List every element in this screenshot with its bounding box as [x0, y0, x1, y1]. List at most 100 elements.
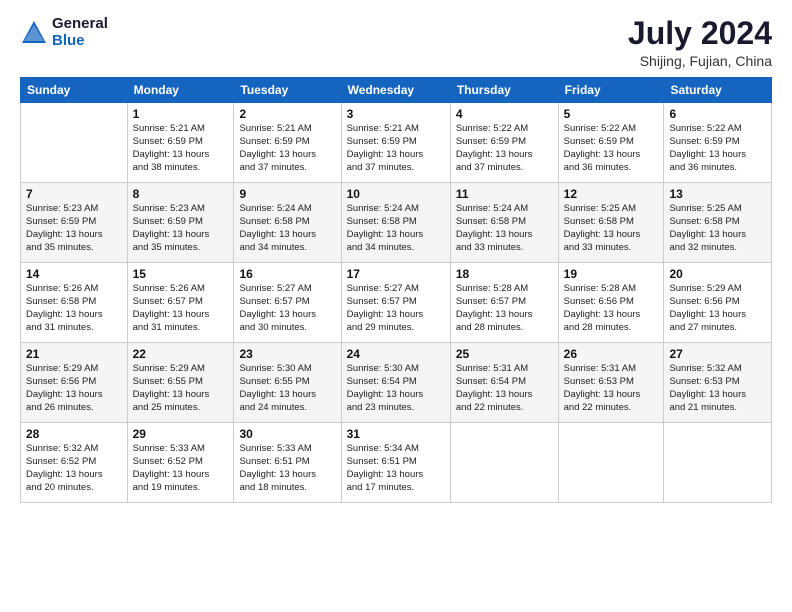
- day-info: Sunrise: 5:33 AM Sunset: 6:52 PM Dayligh…: [133, 443, 229, 494]
- day-info: Sunrise: 5:21 AM Sunset: 6:59 PM Dayligh…: [347, 123, 445, 174]
- day-cell: 4 Sunrise: 5:22 AM Sunset: 6:59 PM Daylig…: [450, 103, 558, 183]
- day-info: Sunrise: 5:21 AM Sunset: 6:59 PM Dayligh…: [239, 123, 335, 174]
- day-info: Sunrise: 5:31 AM Sunset: 6:54 PM Dayligh…: [456, 363, 553, 414]
- day-cell: 26 Sunrise: 5:31 AM Sunset: 6:53 PM Dayli…: [558, 343, 664, 423]
- day-info: Sunrise: 5:25 AM Sunset: 6:58 PM Dayligh…: [669, 203, 766, 254]
- day-cell: 14Sunrise: 5:26 AM Sunset: 6:58 PM Dayli…: [21, 263, 128, 343]
- subtitle: Shijing, Fujian, China: [628, 53, 772, 69]
- day-number: 19: [564, 267, 659, 281]
- day-info: Sunrise: 5:24 AM Sunset: 6:58 PM Dayligh…: [347, 203, 445, 254]
- day-cell: 23Sunrise: 5:30 AM Sunset: 6:55 PM Dayli…: [234, 343, 341, 423]
- day-cell: 1 Sunrise: 5:21 AM Sunset: 6:59 PM Daylig…: [127, 103, 234, 183]
- day-cell: 2 Sunrise: 5:21 AM Sunset: 6:59 PM Daylig…: [234, 103, 341, 183]
- day-number: 5: [564, 107, 659, 121]
- day-info: Sunrise: 5:28 AM Sunset: 6:57 PM Dayligh…: [456, 283, 553, 334]
- day-cell: 18 Sunrise: 5:28 AM Sunset: 6:57 PM Dayli…: [450, 263, 558, 343]
- day-cell: 13Sunrise: 5:25 AM Sunset: 6:58 PM Dayli…: [664, 183, 772, 263]
- day-number: 4: [456, 107, 553, 121]
- day-number: 21: [26, 347, 122, 361]
- day-number: 18: [456, 267, 553, 281]
- day-number: 22: [133, 347, 229, 361]
- day-number: 31: [347, 427, 445, 441]
- day-info: Sunrise: 5:32 AM Sunset: 6:52 PM Dayligh…: [26, 443, 122, 494]
- day-cell: [664, 423, 772, 503]
- day-info: Sunrise: 5:23 AM Sunset: 6:59 PM Dayligh…: [133, 203, 229, 254]
- day-cell: 20 Sunrise: 5:29 AM Sunset: 6:56 PM Dayli…: [664, 263, 772, 343]
- day-info: Sunrise: 5:29 AM Sunset: 6:56 PM Dayligh…: [669, 283, 766, 334]
- day-info: Sunrise: 5:28 AM Sunset: 6:56 PM Dayligh…: [564, 283, 659, 334]
- day-cell: 3 Sunrise: 5:21 AM Sunset: 6:59 PM Daylig…: [341, 103, 450, 183]
- day-number: 14: [26, 267, 122, 281]
- day-info: Sunrise: 5:22 AM Sunset: 6:59 PM Dayligh…: [564, 123, 659, 174]
- day-cell: 12Sunrise: 5:25 AM Sunset: 6:58 PM Dayli…: [558, 183, 664, 263]
- col-header-saturday: Saturday: [664, 78, 772, 103]
- day-number: 1: [133, 107, 229, 121]
- day-info: Sunrise: 5:32 AM Sunset: 6:53 PM Dayligh…: [669, 363, 766, 414]
- day-info: Sunrise: 5:29 AM Sunset: 6:56 PM Dayligh…: [26, 363, 122, 414]
- day-cell: 6 Sunrise: 5:22 AM Sunset: 6:59 PM Daylig…: [664, 103, 772, 183]
- day-cell: [450, 423, 558, 503]
- logo-general-text: General: [52, 16, 108, 33]
- day-cell: 22 Sunrise: 5:29 AM Sunset: 6:55 PM Dayli…: [127, 343, 234, 423]
- day-number: 26: [564, 347, 659, 361]
- header: General Blue July 2024 Shijing, Fujian, …: [20, 16, 772, 69]
- day-cell: 17Sunrise: 5:27 AM Sunset: 6:57 PM Dayli…: [341, 263, 450, 343]
- week-row-5: 28Sunrise: 5:32 AM Sunset: 6:52 PM Dayli…: [21, 423, 772, 503]
- day-cell: 30 Sunrise: 5:33 AM Sunset: 6:51 PM Dayli…: [234, 423, 341, 503]
- col-header-sunday: Sunday: [21, 78, 128, 103]
- day-cell: 8 Sunrise: 5:23 AM Sunset: 6:59 PM Daylig…: [127, 183, 234, 263]
- day-info: Sunrise: 5:27 AM Sunset: 6:57 PM Dayligh…: [239, 283, 335, 334]
- calendar-table: SundayMondayTuesdayWednesdayThursdayFrid…: [20, 77, 772, 503]
- day-cell: [21, 103, 128, 183]
- page: General Blue July 2024 Shijing, Fujian, …: [0, 0, 792, 612]
- week-row-2: 7 Sunrise: 5:23 AM Sunset: 6:59 PM Daylig…: [21, 183, 772, 263]
- day-info: Sunrise: 5:31 AM Sunset: 6:53 PM Dayligh…: [564, 363, 659, 414]
- logo-icon: [20, 19, 48, 47]
- day-number: 8: [133, 187, 229, 201]
- day-cell: 11Sunrise: 5:24 AM Sunset: 6:58 PM Dayli…: [450, 183, 558, 263]
- day-number: 27: [669, 347, 766, 361]
- day-number: 30: [239, 427, 335, 441]
- day-cell: 16 Sunrise: 5:27 AM Sunset: 6:57 PM Dayli…: [234, 263, 341, 343]
- day-info: Sunrise: 5:24 AM Sunset: 6:58 PM Dayligh…: [456, 203, 553, 254]
- day-number: 16: [239, 267, 335, 281]
- day-info: Sunrise: 5:29 AM Sunset: 6:55 PM Dayligh…: [133, 363, 229, 414]
- col-header-friday: Friday: [558, 78, 664, 103]
- title-block: July 2024 Shijing, Fujian, China: [628, 16, 772, 69]
- day-cell: 7 Sunrise: 5:23 AM Sunset: 6:59 PM Daylig…: [21, 183, 128, 263]
- day-number: 24: [347, 347, 445, 361]
- day-number: 9: [239, 187, 335, 201]
- day-info: Sunrise: 5:30 AM Sunset: 6:55 PM Dayligh…: [239, 363, 335, 414]
- day-info: Sunrise: 5:23 AM Sunset: 6:59 PM Dayligh…: [26, 203, 122, 254]
- day-cell: 28Sunrise: 5:32 AM Sunset: 6:52 PM Dayli…: [21, 423, 128, 503]
- col-header-monday: Monday: [127, 78, 234, 103]
- day-cell: 31 Sunrise: 5:34 AM Sunset: 6:51 PM Dayli…: [341, 423, 450, 503]
- day-info: Sunrise: 5:22 AM Sunset: 6:59 PM Dayligh…: [669, 123, 766, 174]
- day-number: 29: [133, 427, 229, 441]
- day-cell: 9 Sunrise: 5:24 AM Sunset: 6:58 PM Daylig…: [234, 183, 341, 263]
- day-cell: 10 Sunrise: 5:24 AM Sunset: 6:58 PM Dayli…: [341, 183, 450, 263]
- day-info: Sunrise: 5:21 AM Sunset: 6:59 PM Dayligh…: [133, 123, 229, 174]
- day-info: Sunrise: 5:22 AM Sunset: 6:59 PM Dayligh…: [456, 123, 553, 174]
- day-cell: 21 Sunrise: 5:29 AM Sunset: 6:56 PM Dayli…: [21, 343, 128, 423]
- day-number: 3: [347, 107, 445, 121]
- day-info: Sunrise: 5:34 AM Sunset: 6:51 PM Dayligh…: [347, 443, 445, 494]
- day-cell: 24Sunrise: 5:30 AM Sunset: 6:54 PM Dayli…: [341, 343, 450, 423]
- day-info: Sunrise: 5:26 AM Sunset: 6:57 PM Dayligh…: [133, 283, 229, 334]
- day-info: Sunrise: 5:33 AM Sunset: 6:51 PM Dayligh…: [239, 443, 335, 494]
- logo: General Blue: [20, 16, 108, 49]
- day-cell: 19 Sunrise: 5:28 AM Sunset: 6:56 PM Dayli…: [558, 263, 664, 343]
- week-row-3: 14Sunrise: 5:26 AM Sunset: 6:58 PM Dayli…: [21, 263, 772, 343]
- day-number: 20: [669, 267, 766, 281]
- main-title: July 2024: [628, 16, 772, 51]
- day-number: 6: [669, 107, 766, 121]
- day-number: 7: [26, 187, 122, 201]
- day-info: Sunrise: 5:25 AM Sunset: 6:58 PM Dayligh…: [564, 203, 659, 254]
- col-header-thursday: Thursday: [450, 78, 558, 103]
- day-number: 10: [347, 187, 445, 201]
- day-number: 25: [456, 347, 553, 361]
- day-info: Sunrise: 5:24 AM Sunset: 6:58 PM Dayligh…: [239, 203, 335, 254]
- day-number: 2: [239, 107, 335, 121]
- day-cell: 15Sunrise: 5:26 AM Sunset: 6:57 PM Dayli…: [127, 263, 234, 343]
- day-cell: 25 Sunrise: 5:31 AM Sunset: 6:54 PM Dayli…: [450, 343, 558, 423]
